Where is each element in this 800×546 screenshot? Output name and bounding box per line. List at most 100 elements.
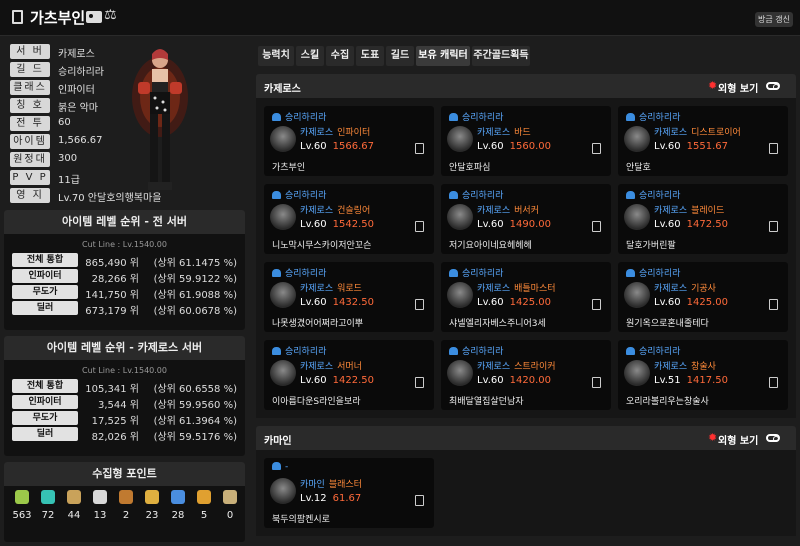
people-icon [272,191,281,199]
collection-item[interactable]: 0 [219,490,241,521]
server-class: 카제로스 창술사 [654,359,716,372]
copy-icon[interactable] [769,377,778,388]
character-card[interactable]: 승리하리라 카제로스 버서커 Lv.60 1490.00 저기요아이네요헤헤헤 [441,184,611,254]
card-server: 카제로스 [654,128,688,138]
character-card[interactable]: 승리하리라 카제로스 디스트로이어 Lv.60 1551.67 안달호 [618,106,788,176]
collection-count: 5 [200,510,208,521]
mokoko-seed-icon [15,490,29,504]
guild-label: 승리하리라 [462,269,504,279]
card-level: Lv.60 [654,219,681,230]
id-card-icon[interactable] [86,11,102,23]
avatar [270,360,296,386]
card-character-name: 오리라볼리우는창술사 [626,397,709,407]
server-class: 카제로스 건슬링어 [300,203,370,216]
people-icon [272,269,281,277]
collection-item[interactable]: 5 [193,490,215,521]
refresh-button[interactable]: 방금 갱신 [755,12,793,27]
scale-icon[interactable]: ⚖ [104,7,117,23]
character-card[interactable]: 승리하리라 카제로스 기공사 Lv.60 1425.00 원기옥으로혼내줄테다 [618,262,788,332]
tab-2[interactable]: 수집 [326,46,354,66]
guild-label: 승리하리라 [639,113,681,123]
collection-item[interactable]: 2 [115,490,137,521]
copy-icon[interactable] [769,221,778,232]
copy-icon[interactable] [592,221,601,232]
guild-label: 승리하리라 [639,269,681,279]
tab-4[interactable]: 길드 [386,46,414,66]
card-level: Lv.51 [654,375,681,386]
card-class: 건슬링어 [337,206,371,216]
rank-server-cutline: Cut Line : Lv.1540.00 [82,366,167,375]
rank-value: 28,266 위 [91,274,139,285]
copy-icon[interactable] [415,221,424,232]
level-line: Lv.60 1542.50 [300,219,374,230]
card-class: 창술사 [691,362,716,372]
copy-icon[interactable] [769,299,778,310]
tab-1[interactable]: 스킬 [296,46,324,66]
card-level: Lv.60 [300,375,327,386]
character-card[interactable]: - 카마인 블래스터 Lv.12 61.67 북두의팜켄시로 [264,458,434,528]
character-card[interactable]: 승리하리라 카제로스 창술사 Lv.51 1417.50 오리라볼리우는창술사 [618,340,788,410]
card-level: Lv.60 [477,297,504,308]
copy-icon[interactable] [415,143,424,154]
rank-category: 인파이터 [12,269,78,283]
card-class: 바드 [514,128,531,138]
character-card[interactable]: 승리하리라 카제로스 블레이드 Lv.60 1472.50 달호가버린팔 [618,184,788,254]
collection-item[interactable]: 563 [11,490,33,521]
tab-6[interactable]: 주간골드획득 [472,46,530,66]
toggle-icon[interactable] [766,434,780,442]
collection-item[interactable]: 23 [141,490,163,521]
collection-item[interactable]: 28 [167,490,189,521]
rank-row: 전체 통합 865,490 위 (상위 61.1475 %) [10,252,239,269]
tab-0[interactable]: 능력치 [258,46,294,66]
character-card[interactable]: 승리하리라 카제로스 워로드 Lv.60 1432.50 나못생겼어어쩌라고이뿌 [264,262,434,332]
character-card[interactable]: 승리하리라 카제로스 스트라이커 Lv.60 1420.00 최배달열집살던남자 [441,340,611,410]
server-class: 카제로스 스트라이커 [477,359,556,372]
orgel-icon [223,490,237,504]
tab-3[interactable]: 도표 [356,46,384,66]
card-class: 블레이드 [691,206,725,216]
collection-item[interactable]: 72 [37,490,59,521]
copy-icon[interactable] [415,377,424,388]
rank-value: 3,544 위 [97,400,139,411]
people-icon [626,113,635,121]
card-server: 카제로스 [654,362,688,372]
card-class: 서머너 [337,362,362,372]
profile-label: 클래스 [10,80,50,95]
tab-5[interactable]: 보유 캐릭터 [416,46,470,66]
level-line: Lv.60 1422.50 [300,375,374,386]
copy-icon[interactable] [769,143,778,154]
collection-item[interactable]: 13 [89,490,111,521]
server-class: 카제로스 바드 [477,125,531,138]
guild-name: 승리하리라 [626,344,680,357]
level-line: Lv.60 1560.00 [477,141,551,152]
copy-icon[interactable] [415,299,424,310]
copy-icon[interactable] [592,299,601,310]
level-line: Lv.60 1425.00 [654,297,728,308]
copy-icon[interactable] [592,377,601,388]
rank-row: 인파이터 3,544 위 (상위 59.9560 %) [10,394,239,411]
character-card[interactable]: 승리하리라 카제로스 서머너 Lv.60 1422.50 이아름다운S라인을보라 [264,340,434,410]
guild-label: 승리하리라 [462,113,504,123]
server-class: 카제로스 인파이터 [300,125,370,138]
character-card[interactable]: 승리하리라 카제로스 인파이터 Lv.60 1566.67 가츠부인 [264,106,434,176]
character-card[interactable]: 승리하리라 카제로스 배틀마스터 Lv.60 1425.00 샤넬엘리자베스주니어3세 [441,262,611,332]
card-class: 블래스터 [328,480,362,490]
people-icon [626,191,635,199]
collection-panel: 수집형 포인트 563 72 44 13 2 23 28 5 0 [4,462,245,542]
server-class: 카제로스 배틀마스터 [477,281,556,294]
character-card[interactable]: 승리하리라 카제로스 건슬링어 Lv.60 1542.50 니노막시무스카이저안꼬슨 [264,184,434,254]
collection-item[interactable]: 44 [63,490,85,521]
copy-icon[interactable] [592,143,601,154]
card-server: 카제로스 [477,128,511,138]
profile-label: 칭 호 [10,98,50,113]
server-class: 카제로스 서머너 [300,359,362,372]
collection-count: 23 [145,510,159,521]
copy-icon[interactable] [415,495,424,506]
profile-value: 붉은 악마 [58,103,98,114]
voyage-item-icon [145,490,159,504]
rank-category: 딜러 [12,301,78,315]
card-character-name: 북두의팜켄시로 [272,515,330,525]
bookmark-icon[interactable] [12,10,23,24]
character-card[interactable]: 승리하리라 카제로스 바드 Lv.60 1560.00 안달호파심 [441,106,611,176]
toggle-icon[interactable] [766,82,780,90]
